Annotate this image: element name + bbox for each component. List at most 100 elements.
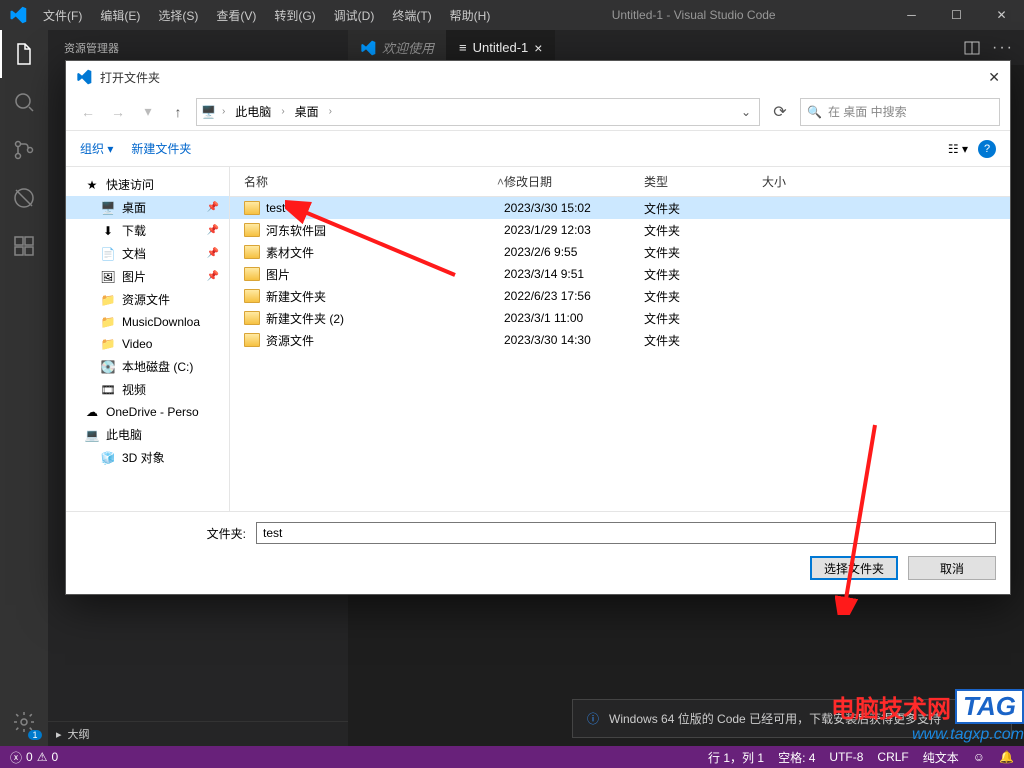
address-bar[interactable]: 🖥️ › 此电脑 › 桌面 › ⌄ [196,98,760,126]
folder-name-input[interactable] [256,522,996,544]
activity-bar: 1 [0,30,48,746]
folder-icon [244,223,260,237]
tab-close-icon[interactable]: × [534,40,542,56]
folder-icon [244,311,260,325]
tree-item[interactable]: 🧊3D 对象 [66,446,229,469]
tree-item[interactable]: 📁MusicDownloa [66,311,229,333]
nav-recent-icon[interactable]: ▾ [136,100,160,124]
tree-item[interactable]: 💽本地磁盘 (C:) [66,355,229,378]
status-errors[interactable]: ⓧ 0 ⚠ 0 [10,749,58,766]
dialog-toolbar: 组织 ▾ 新建文件夹 ☷ ▾ ? [66,131,1010,167]
more-actions-icon[interactable]: ··· [992,39,1014,57]
extensions-icon[interactable] [0,222,48,270]
status-feedback[interactable]: ☺ [973,749,985,766]
organize-menu[interactable]: 组织 ▾ [80,140,113,157]
view-mode-icon[interactable]: ☷ ▾ [948,142,968,156]
file-name: 新建文件夹 (2) [266,310,344,327]
status-spaces[interactable]: 空格: 4 [778,749,815,766]
select-folder-button[interactable]: 选择文件夹 [810,556,898,580]
tree-item[interactable]: ★快速访问 [66,173,229,196]
menu-view[interactable]: 查看(V) [208,3,264,28]
outline-panel[interactable]: 大纲 [48,721,348,746]
tree-item-label: 图片 [122,268,146,285]
file-name: 资源文件 [266,332,314,349]
refresh-icon[interactable]: ⟳ [766,98,794,126]
file-row[interactable]: 新建文件夹2022/6/23 17:56文件夹 [230,285,1010,307]
dialog-app-icon [76,69,92,85]
menu-edit[interactable]: 编辑(E) [92,3,148,28]
debug-icon[interactable] [0,174,48,222]
tree-item[interactable]: 📄文档📌 [66,242,229,265]
tree-item[interactable]: 📁资源文件 [66,288,229,311]
folder-icon [244,333,260,347]
menu-debug[interactable]: 调试(D) [326,3,383,28]
menu-terminal[interactable]: 终端(T) [384,3,439,28]
tree-item[interactable]: 💻此电脑 [66,423,229,446]
status-bell-icon[interactable]: 🔔 [999,749,1014,766]
file-name: 新建文件夹 [266,288,326,305]
status-eol[interactable]: CRLF [877,749,908,766]
col-date[interactable]: 修改日期 [504,173,644,190]
col-name[interactable]: 名称 ˄ [244,173,504,190]
menu-goto[interactable]: 转到(G) [266,3,323,28]
folder-icon [244,267,260,281]
desktop-icon: 🖥️ [100,200,116,216]
tree-item-label: 资源文件 [122,291,170,308]
close-window-button[interactable]: ✕ [979,0,1024,30]
tree-item[interactable]: 🖼图片📌 [66,265,229,288]
status-cursor[interactable]: 行 1，列 1 [708,749,764,766]
folder-icon [244,289,260,303]
file-row[interactable]: 资源文件2023/3/30 14:30文件夹 [230,329,1010,351]
menu-select[interactable]: 选择(S) [150,3,206,28]
dialog-nav-tree[interactable]: ★快速访问🖥️桌面📌⬇下载📌📄文档📌🖼图片📌📁资源文件📁MusicDownloa… [66,167,230,511]
search-icon[interactable] [0,78,48,126]
tree-item[interactable]: ⬇下载📌 [66,219,229,242]
settings-icon[interactable]: 1 [0,698,48,746]
menu-file[interactable]: 文件(F) [35,3,90,28]
file-date: 2023/2/6 9:55 [504,245,644,259]
tree-item-label: 此电脑 [106,426,142,443]
col-size[interactable]: 大小 [762,173,842,190]
cancel-button[interactable]: 取消 [908,556,996,580]
status-lang[interactable]: 纯文本 [923,749,959,766]
file-date: 2023/1/29 12:03 [504,223,644,237]
nav-up-icon[interactable]: ↑ [166,100,190,124]
tree-item[interactable]: 🖥️桌面📌 [66,196,229,219]
tree-item[interactable]: ☁OneDrive - Perso [66,401,229,423]
tree-item-label: 本地磁盘 (C:) [122,358,193,375]
file-row[interactable]: 河东软件园2023/1/29 12:03文件夹 [230,219,1010,241]
minimize-button[interactable]: ─ [889,0,934,30]
file-name: test [266,201,285,215]
explorer-icon[interactable] [0,30,48,78]
file-name: 图片 [266,266,290,283]
status-encoding[interactable]: UTF-8 [829,749,863,766]
help-icon[interactable]: ? [978,140,996,158]
3d-icon: 🧊 [100,450,116,466]
file-row[interactable]: 新建文件夹 (2)2023/3/1 11:00文件夹 [230,307,1010,329]
breadcrumb-pc[interactable]: 此电脑 [231,101,275,122]
breadcrumb-desktop[interactable]: 桌面 [291,101,323,122]
menu-help[interactable]: 帮助(H) [442,3,499,28]
watermark-tag: TAG [955,689,1024,724]
col-type[interactable]: 类型 [644,173,762,190]
source-control-icon[interactable] [0,126,48,174]
nav-back-icon[interactable]: ← [76,100,100,124]
file-date: 2023/3/30 14:30 [504,333,644,347]
dialog-titlebar: 打开文件夹 ✕ [66,61,1010,93]
new-folder-button[interactable]: 新建文件夹 [131,140,191,157]
dialog-close-icon[interactable]: ✕ [988,69,1000,86]
file-row[interactable]: 素材文件2023/2/6 9:55文件夹 [230,241,1010,263]
maximize-button[interactable]: ☐ [934,0,979,30]
file-row[interactable]: 图片2023/3/14 9:51文件夹 [230,263,1010,285]
tree-item[interactable]: 🎞视频 [66,378,229,401]
address-dropdown-icon[interactable]: ⌄ [737,105,755,119]
dialog-file-list: 名称 ˄ 修改日期 类型 大小 test2023/3/30 15:02文件夹河东… [230,167,1010,511]
pin-icon: 📌 [207,248,219,259]
column-headers[interactable]: 名称 ˄ 修改日期 类型 大小 [230,167,1010,197]
dialog-search-input[interactable]: 🔍 在 桌面 中搜索 [800,98,1000,126]
file-row[interactable]: test2023/3/30 15:02文件夹 [230,197,1010,219]
video-icon: 🎞 [100,382,116,398]
split-editor-icon[interactable] [964,40,980,56]
tree-item[interactable]: 📁Video [66,333,229,355]
file-date: 2023/3/1 11:00 [504,311,644,325]
